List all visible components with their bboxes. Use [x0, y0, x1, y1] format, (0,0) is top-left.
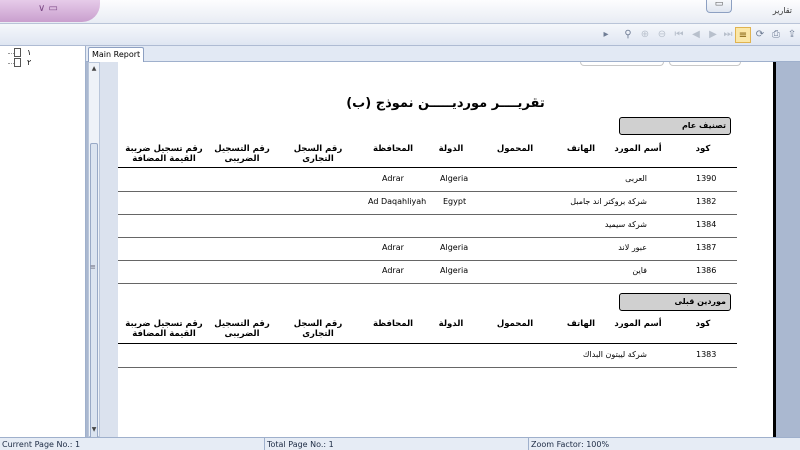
- export-icon[interactable]: ⇪: [784, 27, 800, 43]
- group-header: موردين قبلى: [619, 293, 731, 311]
- cell-name: شركة ليبتون البداك: [582, 350, 647, 359]
- cell-country: Algeria: [440, 174, 469, 183]
- column-header-tax: رقم التسجيل الضريبى: [214, 319, 270, 339]
- cell-code: 1387: [696, 243, 717, 252]
- group-tree-icon[interactable]: ≡: [735, 27, 751, 43]
- column-header-country: الدولة: [438, 144, 464, 154]
- window-title: تقارير: [772, 6, 792, 15]
- cell-country: Algeria: [440, 243, 469, 252]
- zoom-in-icon[interactable]: ⊕: [637, 27, 653, 43]
- column-header-code: كود: [695, 319, 711, 329]
- column-header-commercial: رقم السجل التجارى: [293, 144, 343, 164]
- print-icon[interactable]: ⎙: [768, 27, 784, 43]
- header-separator: [118, 167, 737, 168]
- column-header-vat: رقم تسجيل ضريبة القيمة المضافة: [125, 144, 203, 164]
- row-separator: [118, 260, 737, 261]
- cell-code: 1383: [696, 350, 717, 359]
- app-menu-button[interactable]: ∨ ▭: [0, 0, 100, 22]
- column-header-governorate: المحافظة: [372, 144, 414, 154]
- toolbar: ▸ ⚲ ⊕ ⊖ ⏮ ◀ ▶ ⏭ ≡ ⟳ ⎙ ⇪: [0, 24, 800, 46]
- row-separator: [118, 367, 737, 368]
- column-header-governorate: المحافظة: [372, 319, 414, 329]
- status-bar: Current Page No.: 1 Total Page No.: 1 Zo…: [0, 437, 800, 450]
- column-header-mobile: المحمول: [496, 319, 534, 329]
- app-menu-icon: ∨ ▭: [38, 3, 58, 14]
- title-bar: ∨ ▭ تقارير ▭: [0, 0, 800, 24]
- column-header-phone: الهاتف: [566, 144, 596, 154]
- row-separator: [118, 191, 737, 192]
- column-header-name: أسم المورد: [614, 319, 662, 329]
- page-header-tab: [669, 62, 741, 66]
- cell-country: Algeria: [440, 266, 469, 275]
- group-header: تصنيف عام: [619, 117, 731, 135]
- scroll-thumb[interactable]: [90, 143, 98, 450]
- page-header-tab: [580, 62, 664, 66]
- refresh-icon[interactable]: ⟳: [752, 27, 768, 43]
- page-gutter: [100, 62, 118, 437]
- tab-strip: Main Report: [86, 46, 800, 62]
- binoculars-icon[interactable]: ⚲: [620, 27, 636, 43]
- report-page: تقريــــر مورديـــــن نموذج (ب) تصنيف عا…: [118, 62, 776, 437]
- column-header-mobile: المحمول: [496, 144, 534, 154]
- column-header-vat: رقم تسجيل ضريبة القيمة المضافة: [125, 319, 203, 339]
- minimize-button[interactable]: ▭: [706, 0, 732, 13]
- grip-icon: ≡: [90, 263, 96, 271]
- column-header-commercial: رقم السجل التجارى: [293, 319, 343, 339]
- report-title: تقريــــر مورديـــــن نموذج (ب): [346, 96, 545, 111]
- tab-main-report[interactable]: Main Report: [88, 47, 145, 62]
- cell-name: عبور لاند: [618, 243, 647, 252]
- cell-governorate: Adrar: [382, 266, 404, 275]
- cell-country: Egypt: [443, 197, 467, 206]
- document-icon: [14, 58, 21, 67]
- last-page-icon[interactable]: ⏭: [720, 27, 736, 43]
- column-header-code: كود: [695, 144, 711, 154]
- tree-item-label: ١: [27, 48, 32, 57]
- column-header-tax: رقم التسجيل الضريبى: [214, 144, 270, 164]
- zoom-status: Zoom Factor: 100%: [531, 440, 610, 449]
- scroll-down-icon[interactable]: ▼: [89, 425, 99, 435]
- cell-code: 1390: [696, 174, 717, 183]
- cell-name: العربى: [625, 174, 647, 183]
- find-dropdown-icon[interactable]: ▸: [598, 27, 614, 43]
- next-page-icon[interactable]: ▶: [705, 27, 721, 43]
- vertical-scrollbar[interactable]: ▲ ≡ ▼: [88, 62, 100, 450]
- cell-governorate: Ad Daqahliyah: [368, 197, 427, 206]
- cell-code: 1384: [696, 220, 717, 229]
- total-page-status: Total Page No.: 1: [265, 438, 529, 450]
- cell-governorate: Adrar: [382, 243, 404, 252]
- cell-code: 1382: [696, 197, 717, 206]
- cell-name: فاين: [632, 266, 647, 275]
- group-separator: [118, 283, 737, 284]
- zoom-out-icon[interactable]: ⊖: [654, 27, 670, 43]
- scroll-up-icon[interactable]: ▲: [89, 64, 99, 74]
- cell-governorate: Adrar: [382, 174, 404, 183]
- previous-page-icon[interactable]: ◀: [688, 27, 704, 43]
- column-header-country: الدولة: [438, 319, 464, 329]
- row-separator: [118, 214, 737, 215]
- column-header-name: أسم المورد: [614, 144, 662, 154]
- group-tree-panel: ١ ٢: [0, 46, 86, 437]
- first-page-icon[interactable]: ⏮: [671, 27, 687, 43]
- cell-name: شركة سيميد: [604, 220, 647, 229]
- row-separator: [118, 237, 737, 238]
- cell-code: 1386: [696, 266, 717, 275]
- tree-item-2[interactable]: ٢: [8, 58, 31, 68]
- tree-item-label: ٢: [27, 58, 32, 67]
- column-header-phone: الهاتف: [566, 319, 596, 329]
- tree-item-1[interactable]: ١: [8, 48, 31, 58]
- cell-name: شركة بروكتر اند جامبل: [570, 197, 647, 206]
- current-page-status: Current Page No.: 1: [0, 438, 265, 450]
- header-separator: [118, 343, 737, 344]
- document-icon: [14, 48, 21, 57]
